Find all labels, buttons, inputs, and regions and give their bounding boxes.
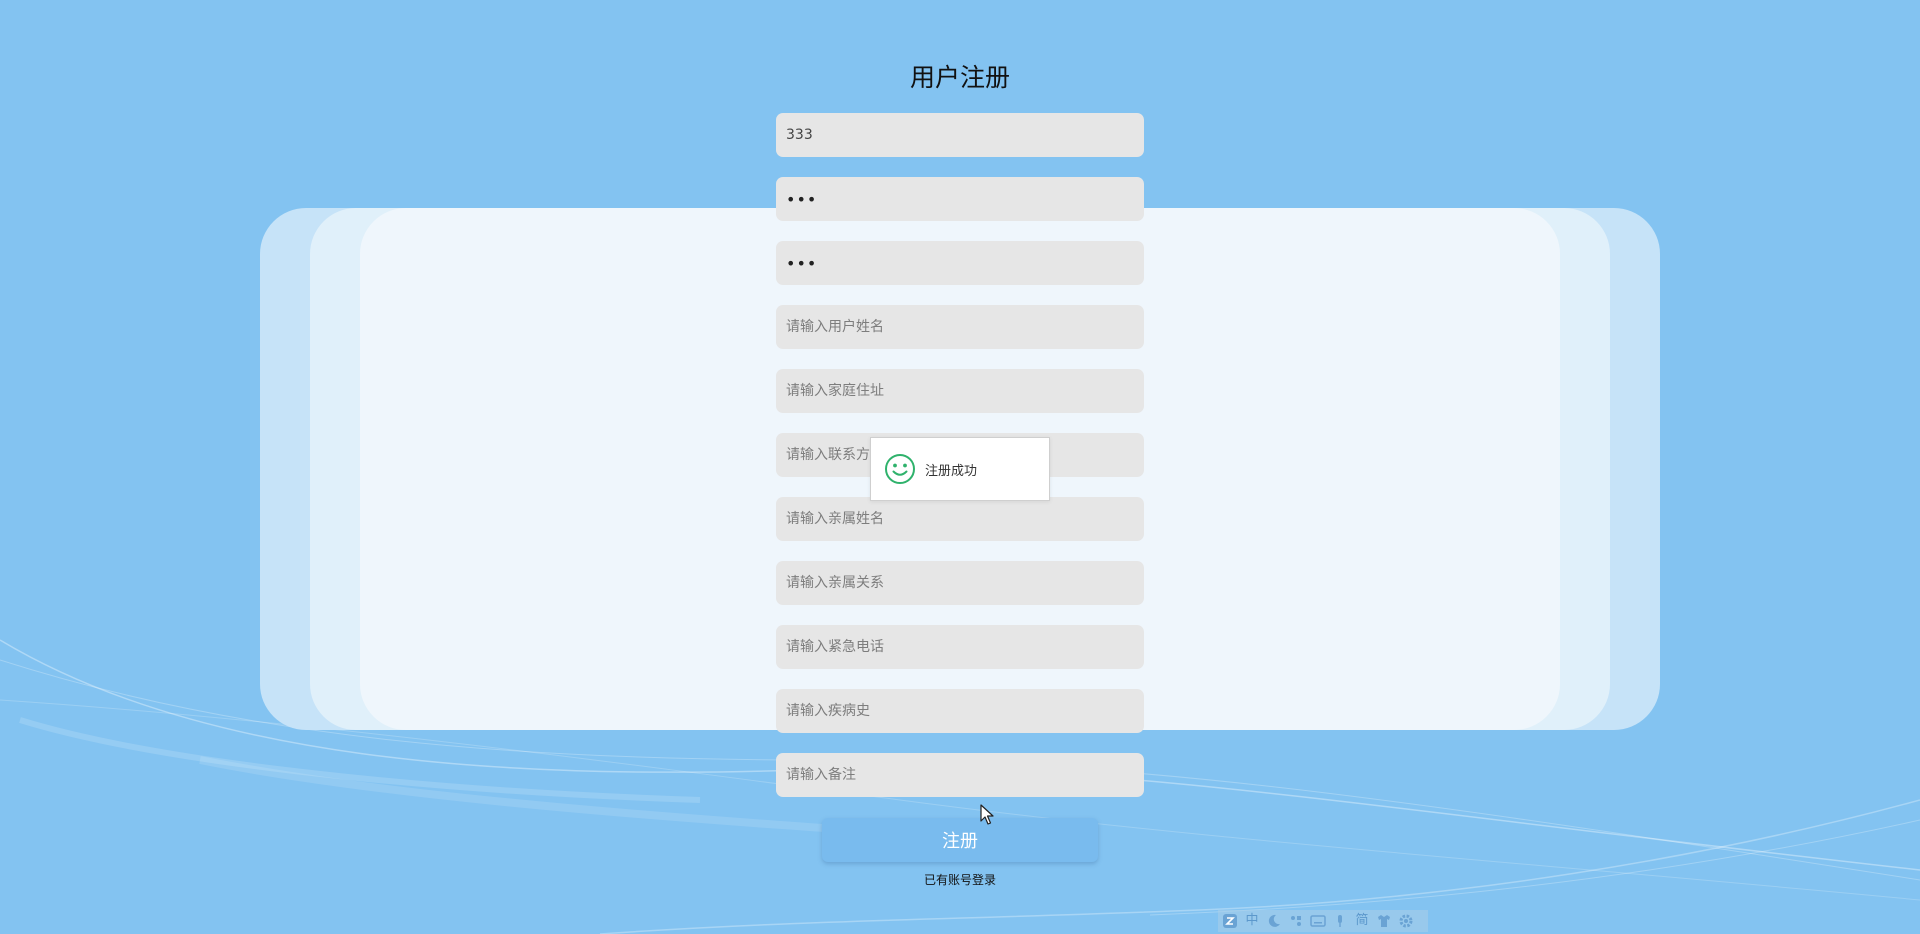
address-input[interactable] (776, 369, 1144, 413)
username-input[interactable] (776, 113, 1144, 157)
page-title: 用户注册 (909, 63, 1010, 92)
settings-icon[interactable] (1398, 913, 1414, 929)
skin-icon[interactable] (1376, 913, 1392, 929)
medical-history-input[interactable] (776, 689, 1144, 733)
punctuation-icon[interactable] (1288, 913, 1304, 929)
smiley-icon (885, 454, 915, 484)
keyboard-icon[interactable] (1310, 913, 1326, 929)
ime-toolbar[interactable]: 中 简 (1218, 910, 1428, 932)
emergency-phone-input[interactable] (776, 625, 1144, 669)
name-input[interactable] (776, 305, 1144, 349)
login-link[interactable]: 已有账号登录 (860, 871, 1060, 888)
mouse-cursor-icon (980, 804, 994, 825)
ime-logo-icon[interactable] (1222, 913, 1238, 929)
password-input[interactable] (776, 177, 1144, 221)
voice-icon[interactable] (1332, 913, 1348, 929)
moon-icon[interactable] (1266, 913, 1282, 929)
toast-message: 注册成功 (925, 463, 978, 479)
relative-relation-input[interactable] (776, 561, 1144, 605)
success-toast: 注册成功 (870, 437, 1050, 501)
chinese-mode-icon[interactable]: 中 (1244, 913, 1260, 929)
relative-name-input[interactable] (776, 497, 1144, 541)
register-button[interactable]: 注册 (822, 818, 1098, 862)
simplified-icon[interactable]: 简 (1354, 913, 1370, 929)
remark-input[interactable] (776, 753, 1144, 797)
confirm-password-input[interactable] (776, 241, 1144, 285)
